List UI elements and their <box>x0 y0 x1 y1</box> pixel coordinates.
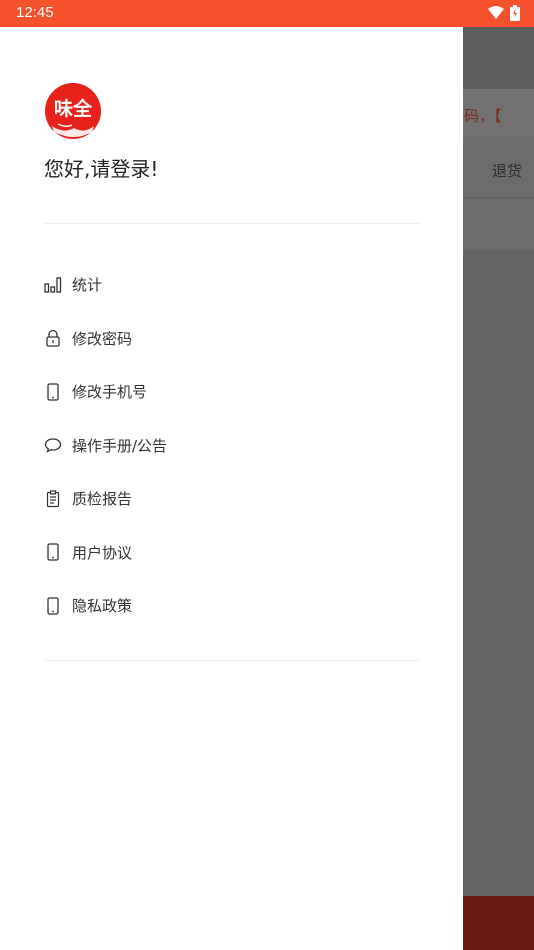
chat-bubble-icon <box>44 436 62 454</box>
drawer-menu: 统计 修改密码 修改手机号 操作手册/公告 质检报告 用户协议 隐私政策 <box>0 258 463 633</box>
navigation-drawer: 味全 您好,请登录! 统计 修改密码 修改手机号 操作手册/公告 质检报告 用户… <box>0 27 463 950</box>
status-time: 12:45 <box>16 4 54 21</box>
bar-chart-icon <box>44 276 62 294</box>
background-marquee-text: 条码，【 <box>463 107 502 125</box>
background-marquee: 条码，【 <box>463 89 534 143</box>
status-icons <box>488 5 520 21</box>
clipboard-icon <box>44 490 62 508</box>
status-bar: 12:45 <box>0 0 534 27</box>
menu-item-statistics[interactable]: 统计 <box>0 258 463 312</box>
menu-item-quality-report[interactable]: 质检报告 <box>0 472 463 526</box>
divider-top <box>44 223 420 224</box>
logo-text: 味全 <box>54 97 93 120</box>
phone-icon <box>44 597 62 615</box>
menu-item-change-password[interactable]: 修改密码 <box>0 312 463 366</box>
menu-item-label: 操作手册/公告 <box>72 436 168 455</box>
background-toolbar <box>463 27 534 89</box>
menu-item-label: 修改密码 <box>72 329 133 348</box>
battery-icon <box>510 5 520 21</box>
menu-item-label: 统计 <box>72 276 103 295</box>
menu-item-privacy-policy[interactable]: 隐私政策 <box>0 579 463 633</box>
menu-item-label: 隐私政策 <box>72 597 133 616</box>
background-row-label: 退货 <box>491 162 522 180</box>
background-bottom-bar <box>463 896 534 950</box>
background-row <box>463 197 534 250</box>
menu-item-label: 用户协议 <box>72 543 133 562</box>
phone-icon <box>44 383 62 401</box>
login-greeting[interactable]: 您好,请登录! <box>44 153 158 182</box>
background-row-return: 退货 <box>463 143 534 197</box>
menu-item-user-agreement[interactable]: 用户协议 <box>0 526 463 580</box>
menu-item-change-phone[interactable]: 修改手机号 <box>0 365 463 419</box>
brand-logo[interactable]: 味全 <box>44 82 102 140</box>
background-app-scrim[interactable]: 条码，【 退货 <box>463 27 534 950</box>
divider-bottom <box>44 660 420 661</box>
wifi-icon <box>488 6 504 19</box>
menu-item-label: 质检报告 <box>72 490 133 509</box>
phone-icon <box>44 543 62 561</box>
lock-icon <box>44 329 62 347</box>
menu-item-label: 修改手机号 <box>72 383 148 402</box>
menu-item-manual-announcements[interactable]: 操作手册/公告 <box>0 419 463 473</box>
